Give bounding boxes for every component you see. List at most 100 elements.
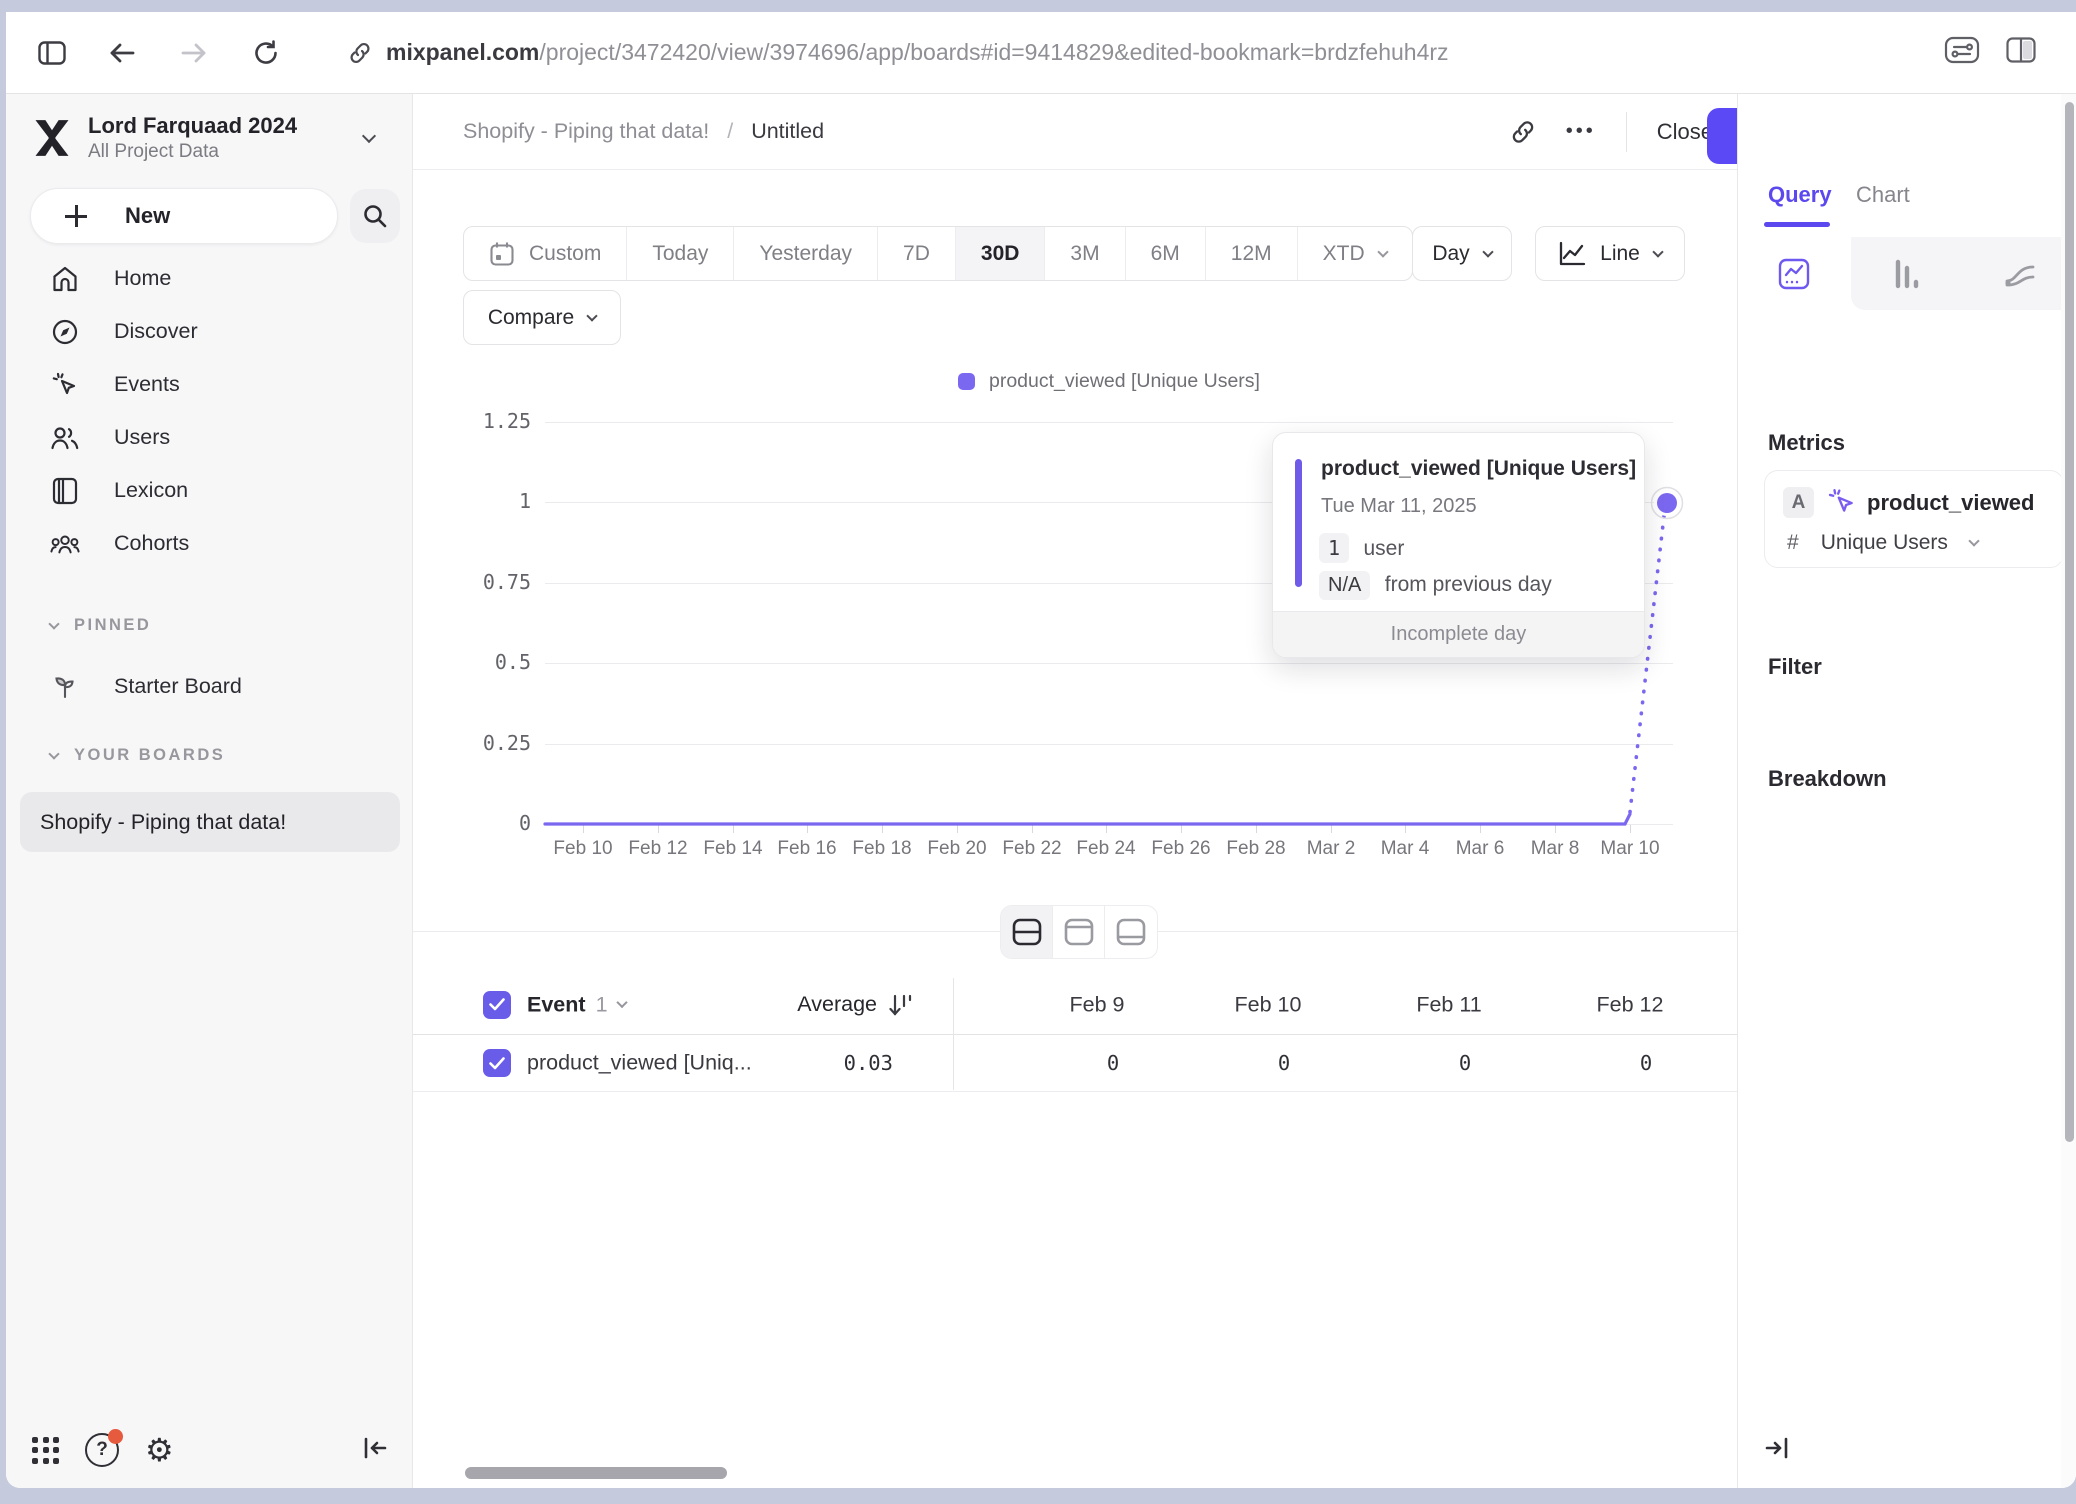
notification-dot	[108, 1429, 123, 1444]
sidebar-toggle-icon[interactable]	[30, 31, 74, 75]
select-all-checkbox[interactable]	[483, 991, 511, 1019]
close-button[interactable]: Close	[1657, 119, 1713, 145]
sidebar-item-lexicon[interactable]: Lexicon	[18, 464, 400, 517]
flows-report-tab[interactable]	[1963, 237, 2076, 310]
range-xtd[interactable]: XTD	[1298, 227, 1412, 280]
report-area: Shopify - Piping that data! / Untitled •…	[413, 94, 1737, 1488]
insights-report-tab[interactable]	[1738, 237, 1851, 310]
aggregation-dropdown[interactable]: Unique Users	[1821, 531, 1948, 555]
sidebar-item-board-shopify[interactable]: Shopify - Piping that data!	[20, 792, 400, 852]
breadcrumb: Shopify - Piping that data! / Untitled	[463, 119, 824, 144]
table-row[interactable]: product_viewed [Uniq... 0.03 0 0 0 0	[413, 1035, 1737, 1092]
sidebar-item-home[interactable]: Home	[18, 252, 400, 305]
split-view-icon[interactable]	[2006, 37, 2036, 68]
collapse-sidebar-icon[interactable]	[362, 1435, 388, 1466]
board-label: Starter Board	[114, 674, 242, 699]
reload-icon[interactable]	[244, 31, 288, 75]
tooltip-footer: Incomplete day	[1273, 611, 1644, 657]
plus-icon	[65, 205, 87, 227]
vertical-scrollbar-thumb[interactable]	[2065, 102, 2074, 1142]
search-icon	[362, 203, 388, 229]
chart-legend[interactable]: product_viewed [Unique Users]	[545, 364, 1673, 398]
chart-type-dropdown[interactable]: Line	[1535, 226, 1685, 281]
active-tab-underline	[1764, 222, 1830, 227]
event-column-header[interactable]: Event	[527, 992, 586, 1017]
browser-window: mixpanel.com/project/3472420/view/397469…	[6, 12, 2076, 1488]
tooltip-delta-label: from previous day	[1385, 573, 1552, 596]
x-tick	[1181, 825, 1182, 833]
project-switcher[interactable]: Lord Farquaad 2024 All Project Data	[30, 110, 396, 166]
average-column-header[interactable]: Average	[797, 992, 877, 1017]
chevron-down-icon	[1482, 246, 1493, 257]
date-column-header: Feb 10	[1188, 992, 1348, 1017]
row-value: 0	[1385, 1051, 1545, 1075]
chevron-down-icon[interactable]	[616, 997, 627, 1008]
date-column-header: Feb 11	[1369, 992, 1529, 1017]
range-12m[interactable]: 12M	[1206, 227, 1298, 280]
copy-link-icon[interactable]	[1510, 119, 1536, 145]
query-panel: Query Chart Metrics A	[1737, 94, 2076, 1488]
sidebar-item-discover[interactable]: Discover	[18, 305, 400, 358]
range-3m[interactable]: 3M	[1045, 227, 1125, 280]
project-scope: All Project Data	[88, 140, 364, 164]
new-button[interactable]: New	[30, 188, 338, 244]
compass-icon	[50, 317, 80, 347]
help-icon[interactable]: ?	[85, 1433, 119, 1467]
pinned-label: PINNED	[74, 616, 151, 635]
sidebar: Lord Farquaad 2024 All Project Data New …	[6, 94, 413, 1488]
forward-icon[interactable]	[172, 31, 216, 75]
insights-icon	[1777, 257, 1811, 291]
row-checkbox[interactable]	[483, 1049, 511, 1077]
legend-swatch	[958, 373, 975, 390]
vertical-scrollbar	[2061, 94, 2076, 1488]
x-tick	[1480, 825, 1481, 833]
layout-chart-only-icon[interactable]	[1053, 906, 1105, 958]
tab-chart[interactable]: Chart	[1856, 182, 1910, 208]
sidebar-item-cohorts[interactable]: Cohorts	[18, 517, 400, 570]
more-menu-icon[interactable]: •••	[1566, 120, 1596, 143]
apps-grid-icon[interactable]	[32, 1437, 59, 1464]
pinned-section-header[interactable]: PINNED	[18, 616, 151, 635]
cursor-spark-icon	[50, 370, 80, 400]
compare-dropdown[interactable]: Compare	[463, 290, 621, 345]
layout-split-icon[interactable]	[1001, 906, 1053, 958]
back-icon[interactable]	[100, 31, 144, 75]
your-boards-section-header[interactable]: YOUR BOARDS	[18, 746, 225, 765]
tab-query[interactable]: Query	[1768, 182, 1832, 208]
x-tick	[807, 825, 808, 833]
sidebar-item-starter-board[interactable]: Starter Board	[18, 660, 400, 713]
breadcrumb-board[interactable]: Shopify - Piping that data!	[463, 119, 709, 144]
extensions-icon[interactable]	[1944, 36, 1980, 69]
gridline	[545, 663, 1673, 664]
new-button-label: New	[125, 203, 170, 229]
board-label: Shopify - Piping that data!	[40, 810, 286, 835]
breadcrumb-page[interactable]: Untitled	[751, 119, 824, 144]
range-custom[interactable]: Custom	[464, 227, 627, 280]
expand-panel-icon[interactable]	[1764, 1435, 1790, 1466]
sort-icon[interactable]	[887, 992, 913, 1018]
range-yesterday[interactable]: Yesterday	[734, 227, 878, 280]
table-header: Event 1 Average Feb 9 Feb 10 Feb 11 Feb …	[413, 975, 1737, 1035]
metric-letter-badge: A	[1783, 487, 1814, 518]
url-host: mixpanel.com	[386, 39, 539, 65]
tooltip-value-unit: user	[1364, 537, 1405, 560]
sidebar-item-events[interactable]: Events	[18, 358, 400, 411]
search-button[interactable]	[350, 189, 400, 243]
horizontal-scrollbar-thumb[interactable]	[465, 1467, 727, 1479]
range-6m[interactable]: 6M	[1126, 227, 1206, 280]
granularity-dropdown[interactable]: Day	[1412, 226, 1512, 281]
seedling-icon	[50, 672, 80, 702]
sidebar-item-users[interactable]: Users	[18, 411, 400, 464]
layout-table-only-icon[interactable]	[1105, 906, 1157, 958]
range-7d[interactable]: 7D	[878, 227, 956, 280]
tooltip-delta: N/A	[1319, 571, 1370, 600]
bars-icon	[1890, 257, 1924, 291]
gear-icon[interactable]: ⚙	[145, 1434, 174, 1466]
range-30d[interactable]: 30D	[956, 227, 1046, 280]
metric-card[interactable]: A product_viewed # Unique Users	[1764, 470, 2064, 568]
project-name: Lord Farquaad 2024	[88, 112, 364, 140]
x-tick	[882, 825, 883, 833]
funnels-report-tab[interactable]	[1851, 237, 1964, 310]
address-bar[interactable]: mixpanel.com/project/3472420/view/397469…	[348, 39, 1449, 66]
range-today[interactable]: Today	[627, 227, 734, 280]
